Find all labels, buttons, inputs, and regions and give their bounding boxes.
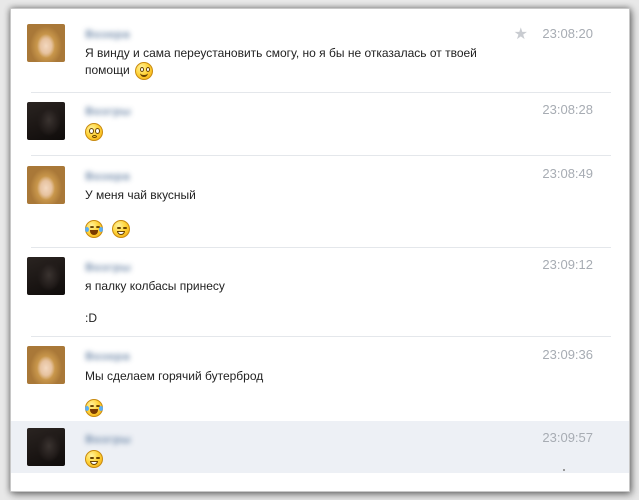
blush-smiley-icon [135,62,154,80]
message-history-panel: Возера ★ 23:08:20 Я винду и сама переуст… [10,8,630,492]
message-time: 23:09:57 [542,430,593,445]
author-name[interactable]: Возгры [85,433,137,446]
avatar[interactable] [27,166,65,204]
message-item[interactable]: Возера 23:08:49 У меня чай вкусный [11,156,629,246]
emoji-line [85,448,107,468]
message-text: Мы сделаем горячий бутерброд [85,369,264,383]
laughing-tears-smiley-icon [85,219,103,238]
message-time: 23:09:36 [542,347,593,362]
message-item[interactable]: Возгры 23:08:28 [11,93,629,153]
avatar[interactable] [27,102,65,140]
laughing-tears-smiley-icon [85,398,103,417]
message-text: я палку колбасы принесу [85,279,225,293]
message-text: У меня чай вкусный [85,188,196,202]
author-name[interactable]: Возера [85,350,137,363]
message-time: 23:08:20 [542,26,593,41]
avatar[interactable] [27,257,65,295]
author-name[interactable]: Возера [85,28,137,41]
author-name[interactable]: Возера [85,170,137,183]
emoji-line [85,121,107,141]
message-time: 23:09:12 [542,257,593,272]
grin-smiley-icon [85,449,103,468]
author-name[interactable]: Возгры [85,261,137,274]
emoji-line [85,218,134,238]
message-item[interactable]: Возера 23:09:36 Мы сделаем горячий бутер… [11,337,629,421]
message-item[interactable]: Возгры 23:09:12 я палку колбасы принесу … [11,248,629,336]
author-name[interactable]: Возгры [85,105,137,118]
message-text: Я винду и сама переустановить смогу, но … [85,45,495,80]
message-time: 23:08:49 [542,166,593,181]
surprised-smiley-icon [85,122,103,141]
scroll-indicator [563,469,565,471]
avatar[interactable] [27,428,65,466]
emoji-line [85,397,107,417]
message-time: 23:08:28 [542,102,593,117]
grin-smiley-icon [112,219,131,238]
avatar[interactable] [27,346,65,384]
message-item[interactable]: Возера ★ 23:08:20 Я винду и сама переуст… [11,9,629,91]
message-text: :D [85,311,97,325]
message-item[interactable]: Возгры 23:09:57 [11,421,629,473]
avatar[interactable] [27,24,65,62]
